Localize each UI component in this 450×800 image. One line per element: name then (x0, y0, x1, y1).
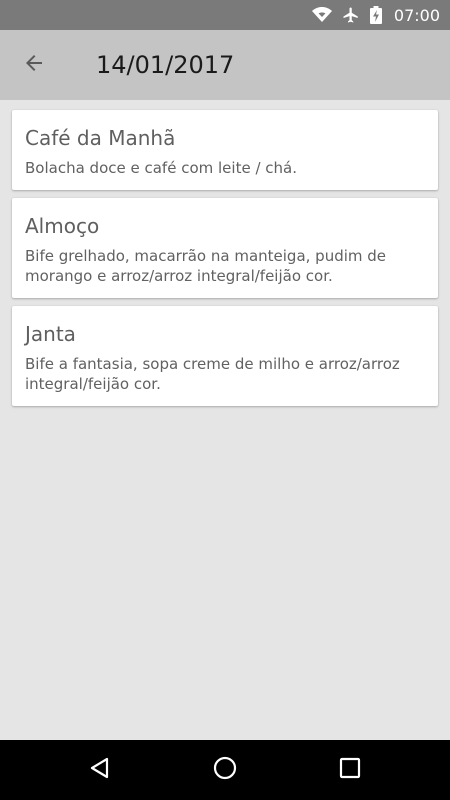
meal-card-lunch[interactable]: Almoço Bife grelhado, macarrão na mantei… (12, 198, 438, 298)
airplane-icon (342, 6, 360, 24)
status-bar: 07:00 (0, 0, 450, 30)
meal-title: Almoço (25, 214, 100, 238)
nav-recents-button[interactable] (335, 755, 365, 785)
nav-home-button[interactable] (210, 755, 240, 785)
navigation-bar (0, 740, 450, 800)
nav-recents-icon (338, 756, 362, 784)
nav-home-icon (213, 756, 237, 784)
nav-back-icon (88, 756, 112, 784)
meal-description: Bife a fantasia, sopa creme de milho e a… (25, 355, 400, 393)
meal-description: Bolacha doce e café com leite / chá. (25, 159, 297, 177)
battery-charging-icon (369, 6, 382, 24)
nav-back-button[interactable] (85, 755, 115, 785)
page-title: 14/01/2017 (96, 51, 235, 79)
app-bar: 14/01/2017 (0, 30, 450, 100)
status-time: 07:00 (393, 5, 440, 25)
meal-title: Janta (25, 322, 76, 346)
meal-card-dinner[interactable]: Janta Bife a fantasia, sopa creme de mil… (12, 306, 438, 406)
meal-description: Bife grelhado, macarrão na manteiga, pud… (25, 247, 387, 285)
meal-card-breakfast[interactable]: Café da Manhã Bolacha doce e café com le… (12, 110, 438, 190)
status-icons: 07:00 (311, 0, 440, 30)
meal-list: Café da Manhã Bolacha doce e café com le… (12, 110, 438, 414)
meal-title: Café da Manhã (25, 126, 176, 150)
wifi-icon (311, 7, 332, 23)
arrow-back-icon (22, 51, 46, 79)
back-button[interactable] (14, 45, 54, 85)
